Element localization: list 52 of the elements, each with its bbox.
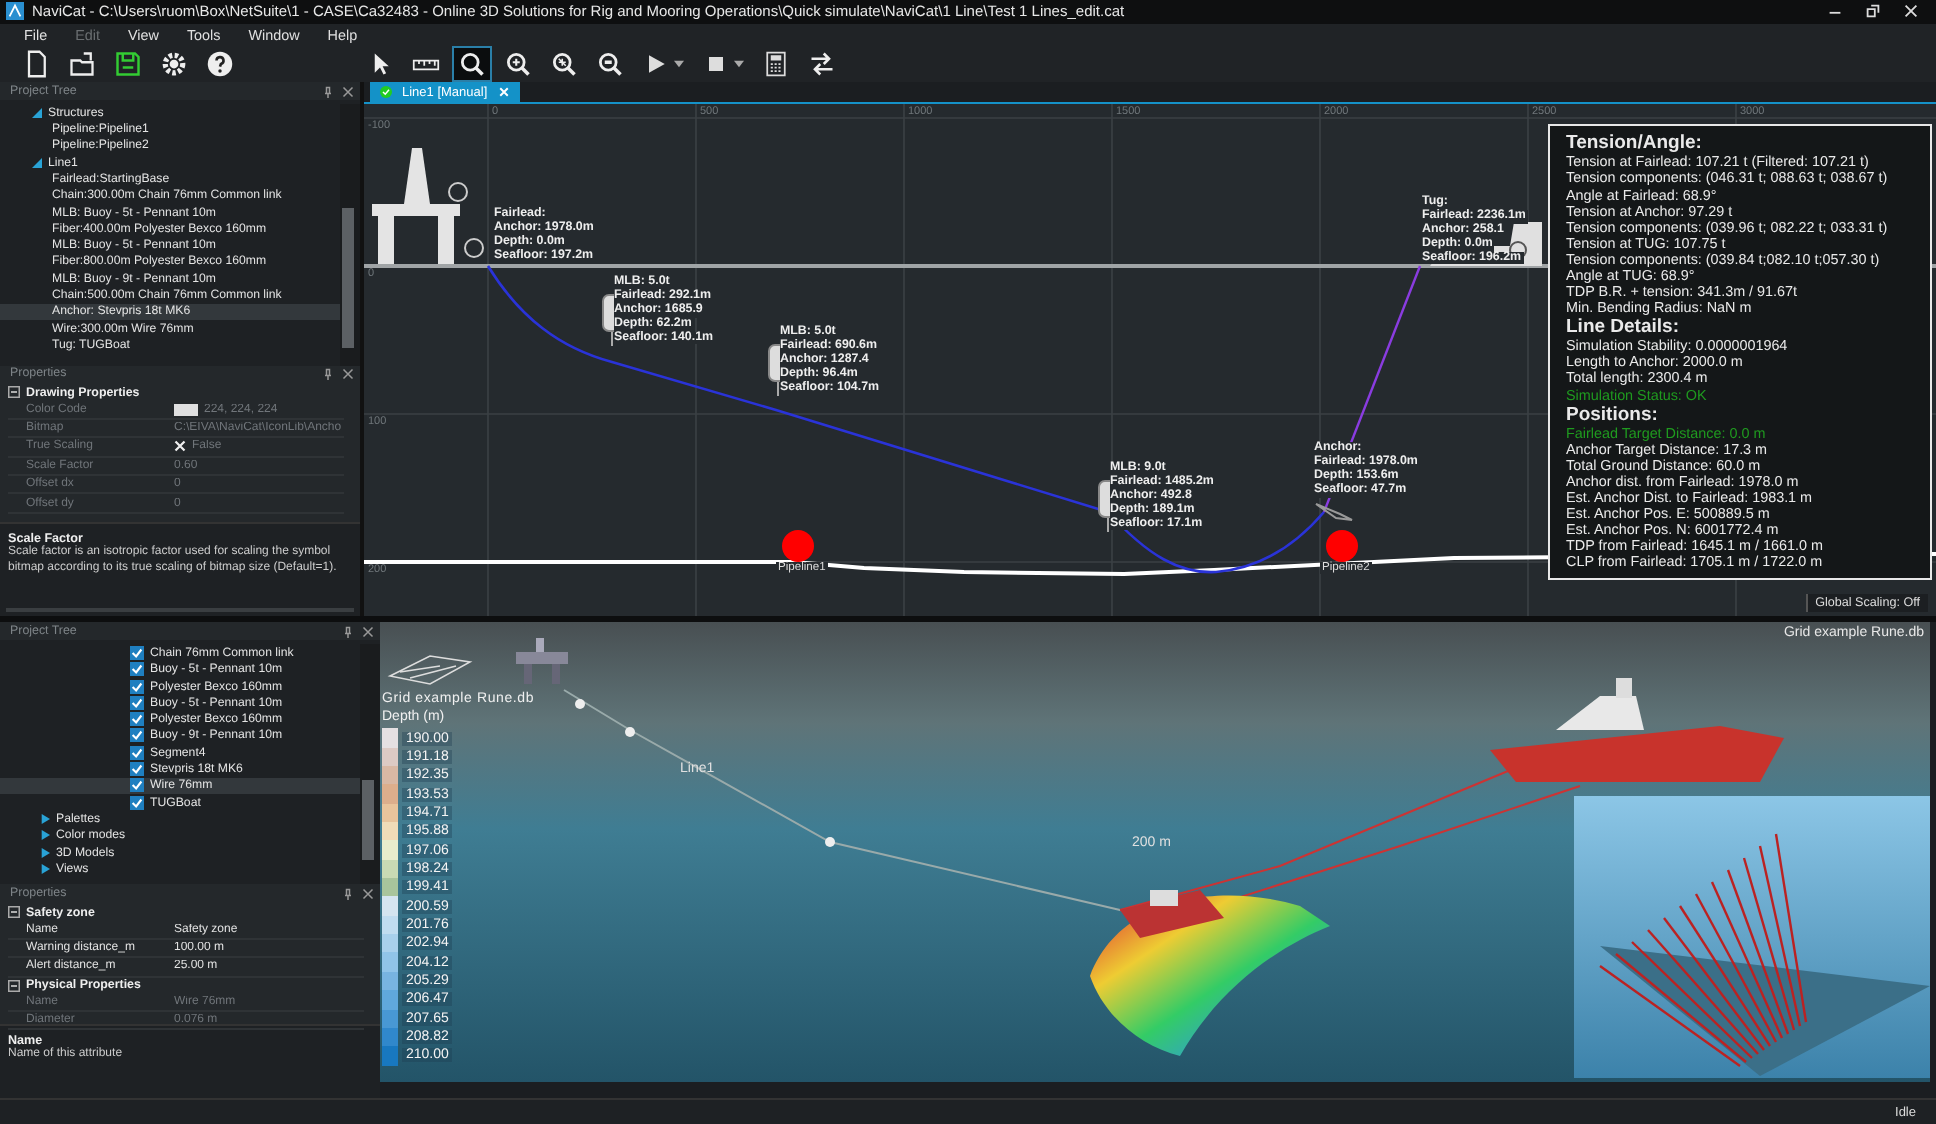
check-circle-icon [380,86,392,99]
restore-icon[interactable] [1864,2,1882,21]
expanded-arrow-icon[interactable] [32,107,42,118]
caret-icon [674,60,684,69]
info-heading: Line Details: [1566,316,1681,339]
checkbox[interactable] [130,712,144,727]
collapsed-arrow-icon[interactable] [40,863,50,874]
collapsed-arrow-icon[interactable] [40,813,50,824]
checkbox[interactable] [130,679,144,694]
color-swatch [174,403,198,416]
scrollbar[interactable] [340,104,360,366]
collapsed-arrow-icon[interactable] [40,830,50,841]
checkbox[interactable] [130,662,144,677]
grid-outline-icon [389,655,473,686]
checkbox[interactable] [130,795,144,810]
info-heading: Positions: [1566,403,1660,426]
toolbar-button[interactable] [452,46,492,83]
platform-drawing [372,148,484,265]
zoom-in-icon [504,50,532,79]
checkbox[interactable] [130,778,144,793]
pipeline-marker [1326,530,1358,563]
pin-icon[interactable] [342,625,354,638]
checkbox[interactable] [130,695,144,710]
checkbox[interactable] [130,728,144,743]
collapse-icon[interactable] [8,906,20,919]
anchor-icon [1314,502,1354,523]
zoom-window-icon [596,50,624,79]
info-heading: Tension/Angle: [1566,132,1704,155]
new-document-icon [22,50,50,79]
checkbox[interactable] [130,745,144,760]
save-icon [114,50,142,79]
scrollbar[interactable] [360,644,380,885]
app-icon [6,2,24,21]
collapsed-arrow-icon[interactable] [40,847,50,858]
swap-arrows-icon [808,50,836,79]
pin-icon[interactable] [322,85,334,98]
open-folder-icon [68,50,96,79]
calculator-icon [762,50,790,79]
zoom-extent-icon [550,50,578,79]
pin-icon[interactable] [342,887,354,900]
search-icon [458,50,486,79]
expanded-arrow-icon[interactable] [32,157,42,168]
pin-icon[interactable] [322,367,334,380]
platform-drawing [516,638,568,685]
checkbox[interactable] [130,762,144,777]
vessel-drawing [1120,890,1224,939]
collapse-icon[interactable] [8,386,20,399]
caret-icon [734,60,744,69]
collapse-icon[interactable] [8,979,20,992]
checkbox[interactable] [130,645,144,660]
pipeline-marker [782,530,814,563]
settings-icon [160,50,188,79]
